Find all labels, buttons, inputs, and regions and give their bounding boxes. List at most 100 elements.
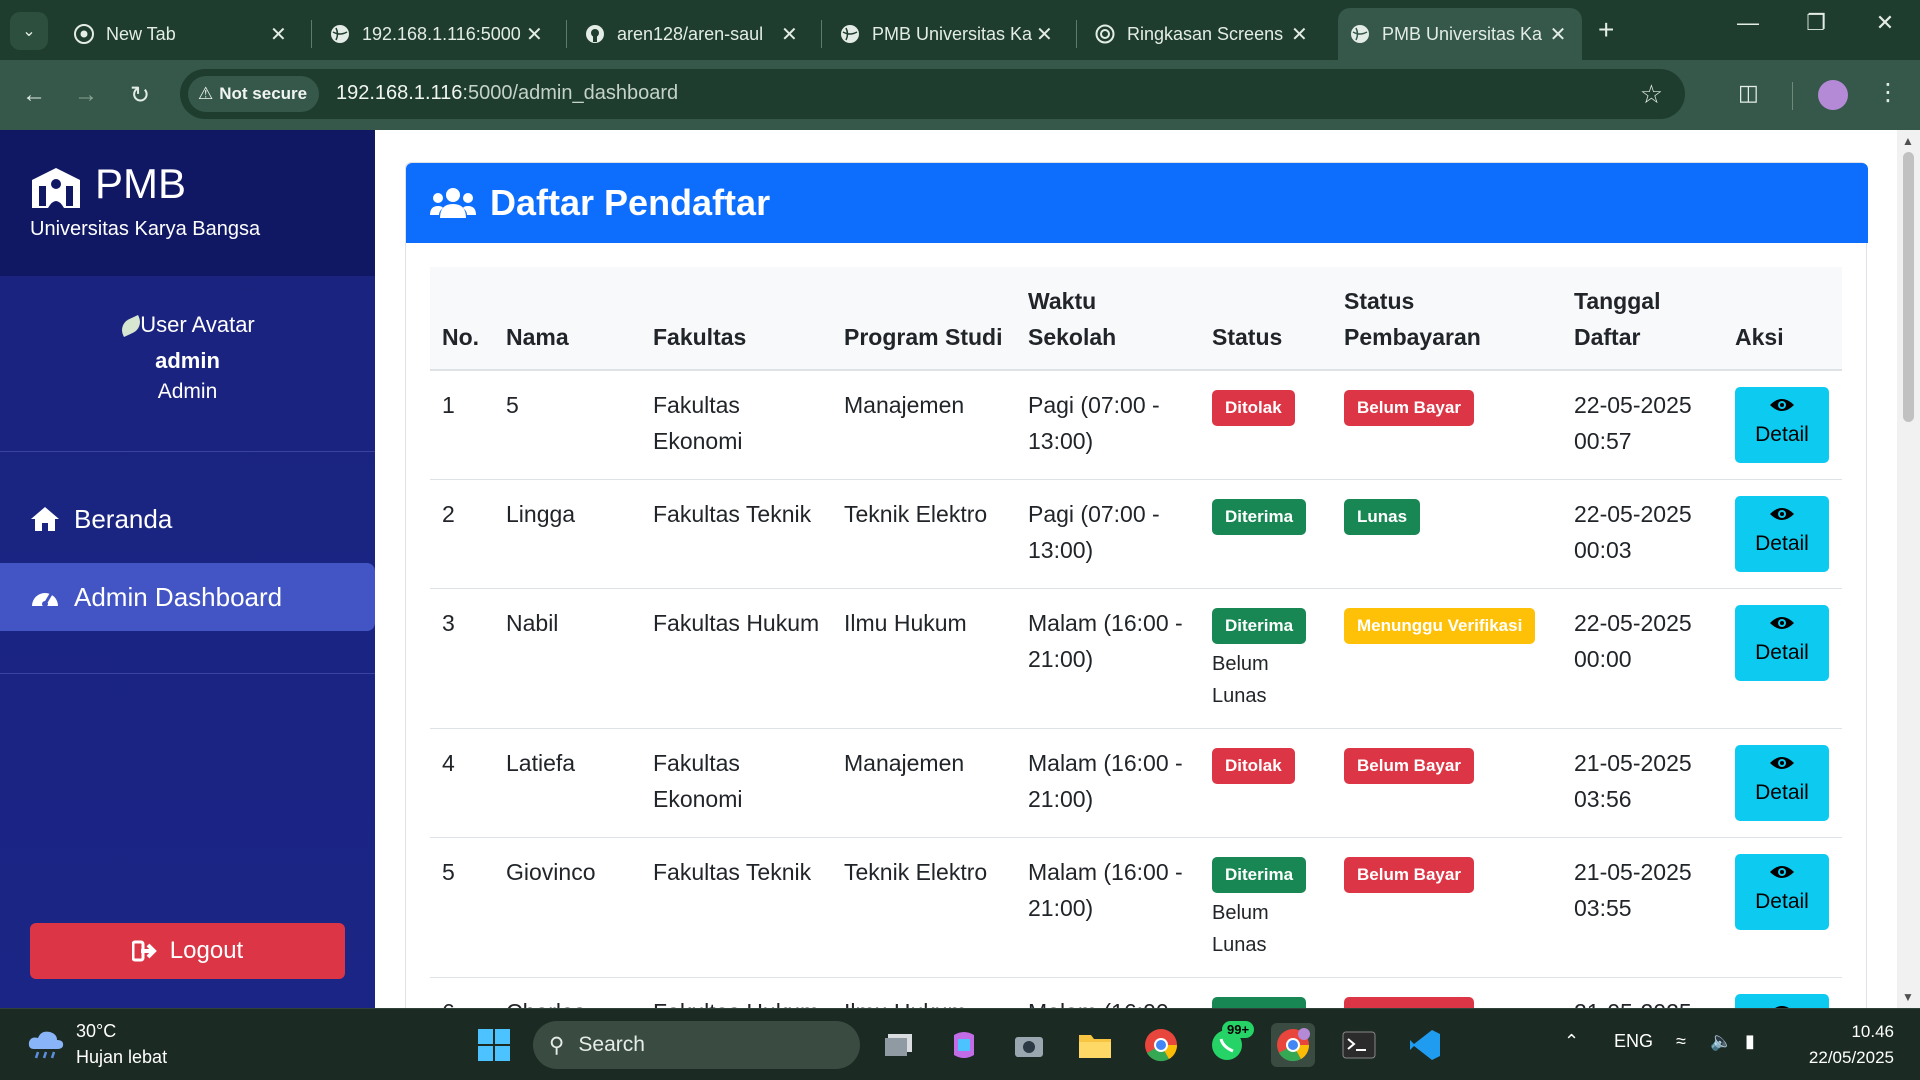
user-name: admin (155, 348, 220, 373)
globe-icon (331, 25, 349, 43)
address-bar[interactable]: ⚠ Not secure 192.168.1.116:5000/admin_da… (180, 69, 1685, 119)
chrome-profile-icon[interactable] (1271, 1023, 1315, 1067)
scroll-up-arrow-icon[interactable]: ▲ (1902, 134, 1914, 148)
brand-title: PMB (95, 160, 187, 207)
cell-status: Ditolak (1200, 728, 1332, 838)
logout-label: Logout (169, 937, 244, 964)
weather-condition[interactable]: Hujan lebat (76, 1047, 167, 1068)
payment-status-badge: Belum Bayar (1344, 748, 1474, 784)
university-building-icon (32, 168, 80, 208)
vscode-icon[interactable] (1403, 1023, 1447, 1067)
dashboard-gauge-icon (32, 593, 58, 607)
cell-nama: Latiefa (494, 728, 641, 838)
security-label: Not secure (219, 84, 308, 103)
detail-button[interactable]: Detail (1735, 387, 1829, 463)
card-header: Daftar Pendaftar (406, 163, 1868, 243)
camera-icon[interactable] (1007, 1023, 1051, 1067)
tab-ringkasan[interactable]: Ringkasan Screens ✕ (1083, 8, 1323, 60)
table-row: 6Charles AdrianFakultas HukumIlmu HukumM… (430, 977, 1842, 1008)
cell-tanggal: 21-05-2025 03:54 (1562, 977, 1723, 1008)
close-icon[interactable]: ✕ (1033, 22, 1056, 47)
wifi-icon[interactable]: ≈ (1676, 1031, 1686, 1052)
cell-pembayaran: Lunas (1332, 479, 1562, 589)
cell-fakultas: Fakultas Hukum (641, 588, 832, 729)
chrome-icon[interactable] (1139, 1023, 1183, 1067)
back-arrow-icon[interactable]: ← (16, 77, 52, 113)
taskbar-search-box[interactable]: ⚲ Search (533, 1021, 860, 1069)
window-close-icon[interactable]: ✕ (1865, 10, 1905, 36)
table-row: 1 5 Fakultas Ekonomi Manajemen Pagi (07:00 -… (430, 370, 1842, 480)
battery-icon[interactable]: ▮ (1745, 1031, 1755, 1052)
reload-icon[interactable]: ↻ (122, 77, 158, 113)
menu-kebab-icon[interactable]: ⋮ (1876, 78, 1900, 107)
sidebar-item-beranda[interactable]: Beranda (0, 485, 375, 553)
page-scrollbar[interactable]: ▲ ▼ (1897, 130, 1920, 1008)
user-role: Admin (157, 380, 218, 403)
cell-tanggal: 22-05-2025 00:57 (1562, 370, 1723, 480)
url-host: 192.168.1.116 (336, 82, 463, 104)
tab-search-chevron-icon[interactable]: ⌄ (10, 12, 48, 50)
cell-no: 3 (430, 588, 494, 729)
cell-status: DiterimaBelum Lunas (1200, 977, 1332, 1008)
scroll-down-arrow-icon[interactable]: ▼ (1902, 990, 1914, 1004)
url-path: :5000/admin_dashboard (462, 82, 679, 104)
language-indicator[interactable]: ENG (1614, 1031, 1653, 1052)
system-clock[interactable]: 10.46 22/05/2025 (1809, 1019, 1894, 1071)
show-hidden-icons-chevron-icon[interactable]: ⌃ (1564, 1031, 1579, 1052)
forward-arrow-icon[interactable]: → (68, 77, 104, 113)
detail-button[interactable]: Detail (1735, 854, 1829, 930)
close-icon[interactable]: ✕ (1288, 22, 1311, 47)
tab-ip-address[interactable]: 192.168.1.116:5000 ✕ (318, 8, 558, 60)
copilot-icon[interactable] (942, 1023, 986, 1067)
close-icon[interactable]: ✕ (1546, 22, 1570, 47)
cell-waktu: Malam (16:00 - 21:00) (1016, 728, 1200, 838)
terminal-icon[interactable] (1337, 1023, 1381, 1067)
volume-icon[interactable]: 🔈 (1710, 1031, 1732, 1052)
scroll-thumb[interactable] (1903, 152, 1914, 422)
detail-label: Detail (1755, 641, 1809, 664)
payment-status-badge: Belum Bayar (1344, 857, 1474, 893)
cell-no: 1 (430, 370, 494, 480)
tab-pmb-active[interactable]: PMB Universitas Ka ✕ (1338, 8, 1582, 60)
cell-no: 5 (430, 837, 494, 978)
security-chip[interactable]: ⚠ Not secure (188, 76, 320, 112)
task-view-icon[interactable] (877, 1023, 921, 1067)
brand-subtitle: Universitas Karya Bangsa (30, 218, 261, 240)
search-placeholder: Search (578, 1033, 645, 1056)
sidebar-item-admin-dashboard[interactable]: Admin Dashboard (0, 563, 375, 631)
profile-avatar[interactable] (1818, 80, 1848, 110)
github-icon (586, 25, 604, 43)
payment-note: Belum Lunas (1212, 902, 1269, 956)
detail-button[interactable]: Detail (1735, 994, 1829, 1008)
clock-time: 10.46 (1851, 1022, 1894, 1041)
column-header: No. (430, 267, 494, 371)
restore-icon[interactable]: ❐ (1796, 10, 1836, 36)
extensions-puzzle-icon[interactable]: ◫ (1738, 80, 1768, 110)
url-text[interactable]: 192.168.1.116:5000/admin_dashboard (336, 82, 678, 105)
close-icon[interactable]: ✕ (523, 22, 546, 47)
tab-github[interactable]: aren128/aren-saul ✕ (573, 8, 813, 60)
close-icon[interactable]: ✕ (267, 22, 290, 47)
windows-start-icon[interactable] (472, 1023, 516, 1067)
tab-new-tab[interactable]: New Tab ✕ (62, 8, 302, 60)
detail-button[interactable]: Detail (1735, 605, 1829, 681)
new-tab-plus-icon[interactable]: + (1598, 14, 1614, 46)
cell-status: DiterimaBelum Lunas (1200, 588, 1332, 729)
tab-pmb-1[interactable]: PMB Universitas Ka ✕ (828, 8, 1068, 60)
weather-temperature[interactable]: 30°C (76, 1021, 116, 1042)
detail-button[interactable]: Detail (1735, 745, 1829, 821)
close-icon[interactable]: ✕ (778, 22, 801, 47)
main-content: Daftar Pendaftar No. Nama Fakultas Progr… (375, 130, 1897, 1008)
table-row: 5 Giovinco Fakultas Teknik Teknik Elektro Ma… (430, 837, 1842, 978)
tab-title: Ringkasan Screens (1127, 23, 1284, 44)
file-explorer-icon[interactable] (1073, 1023, 1117, 1067)
page-viewport: PMB Universitas Karya Bangsa User Avatar… (0, 130, 1920, 1008)
cell-waktu: Pagi (07:00 - 13:00) (1016, 370, 1200, 480)
column-header: Status (1200, 267, 1332, 371)
logout-button[interactable]: Logout (30, 923, 345, 979)
minimize-icon[interactable]: — (1728, 10, 1768, 36)
cell-prodi: Teknik Elektro (832, 837, 1016, 978)
bookmark-star-icon[interactable]: ☆ (1640, 79, 1663, 110)
detail-button[interactable]: Detail (1735, 496, 1829, 572)
payment-status-badge: Belum Bayar (1344, 390, 1474, 426)
